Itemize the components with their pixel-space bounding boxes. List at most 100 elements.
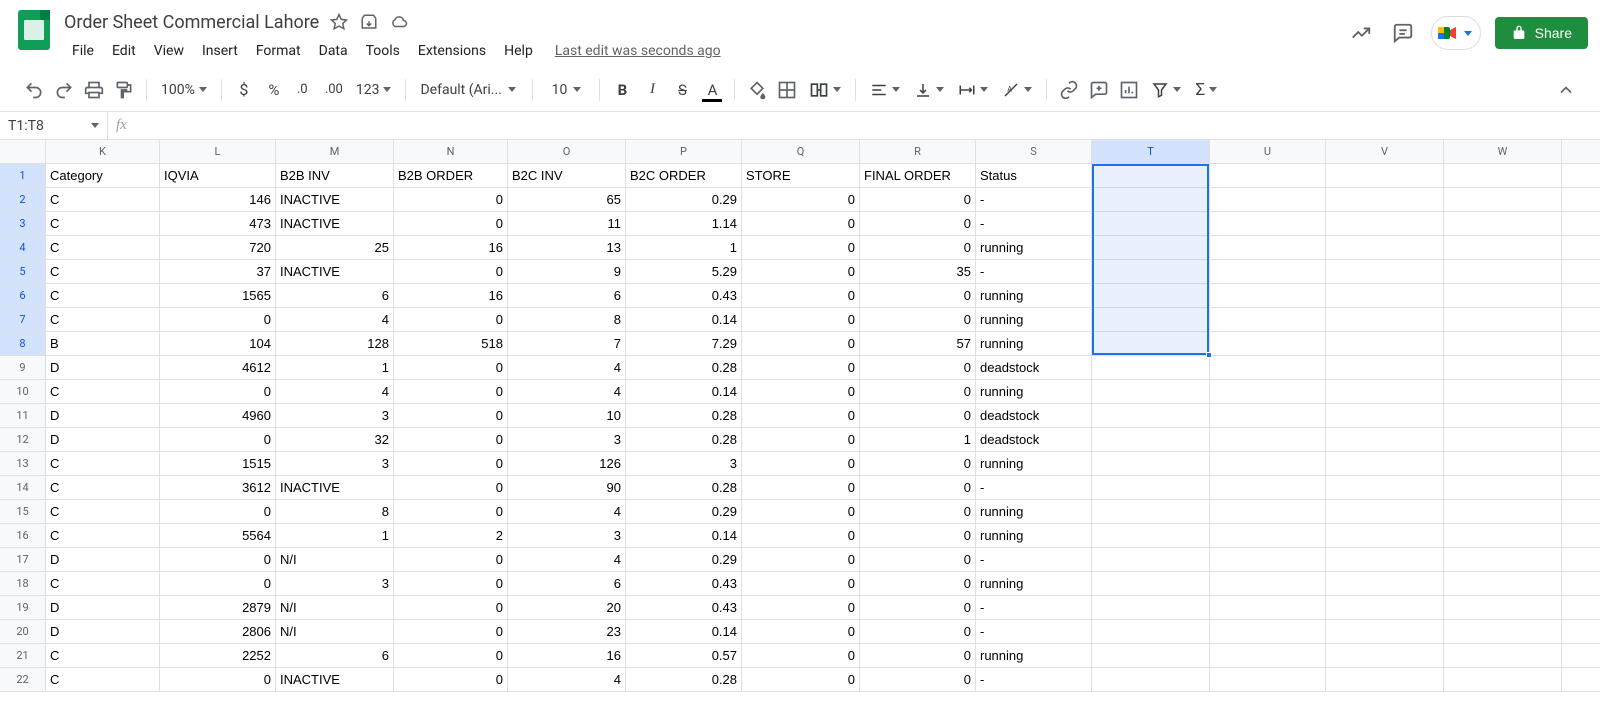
cell[interactable] [1092,380,1210,403]
cell[interactable]: 20 [508,596,626,619]
cell[interactable]: running [976,644,1092,667]
row-header[interactable]: 11 [0,404,46,427]
cell[interactable]: 0 [394,500,508,523]
menu-extensions[interactable]: Extensions [410,39,494,63]
cell[interactable]: 35 [860,260,976,283]
cell[interactable]: C [46,500,160,523]
cell[interactable]: INACTIVE [276,668,394,691]
cell[interactable]: 4 [508,548,626,571]
selection-handle[interactable] [1206,352,1212,358]
cell[interactable] [1210,164,1326,187]
cell[interactable] [1092,620,1210,643]
cell[interactable]: running [976,524,1092,547]
cell[interactable]: 1 [860,428,976,451]
chart-icon[interactable] [1115,76,1143,104]
cell[interactable] [1210,188,1326,211]
cell[interactable]: 4960 [160,404,276,427]
cell[interactable]: 0 [860,644,976,667]
cell[interactable]: 0 [860,476,976,499]
cell[interactable]: 0 [742,500,860,523]
menu-format[interactable]: Format [248,39,309,63]
cell[interactable]: deadstock [976,356,1092,379]
comment-icon[interactable] [1085,76,1113,104]
cell[interactable]: 0 [860,596,976,619]
cell[interactable]: 473 [160,212,276,235]
cell[interactable]: 1565 [160,284,276,307]
document-title[interactable]: Order Sheet Commercial Lahore [64,12,319,33]
cell[interactable]: 0 [394,380,508,403]
cell[interactable]: 0 [742,644,860,667]
cell[interactable]: 0 [160,572,276,595]
cell[interactable]: C [46,284,160,307]
cell[interactable]: B [46,332,160,355]
cell[interactable] [1092,452,1210,475]
cell[interactable]: 0 [860,284,976,307]
filter-select[interactable] [1145,81,1187,99]
cell[interactable]: 0 [860,452,976,475]
cell[interactable] [1210,356,1326,379]
cell[interactable]: 0 [860,668,976,691]
cell[interactable] [1326,644,1444,667]
cell[interactable]: running [976,332,1092,355]
cell[interactable]: 0 [860,356,976,379]
row-header[interactable]: 12 [0,428,46,451]
cell[interactable]: deadstock [976,428,1092,451]
cell[interactable]: 3 [276,572,394,595]
cell[interactable] [1444,620,1562,643]
row-header[interactable]: 3 [0,212,46,235]
cell[interactable]: 0.29 [626,500,742,523]
cell[interactable]: running [976,236,1092,259]
cell[interactable]: 1 [276,356,394,379]
cell[interactable]: 0 [742,524,860,547]
cell[interactable]: INACTIVE [276,188,394,211]
cell[interactable]: 2806 [160,620,276,643]
cell[interactable]: 0.29 [626,188,742,211]
cell[interactable]: 0 [860,308,976,331]
cell[interactable]: 0 [860,572,976,595]
cell[interactable] [1210,476,1326,499]
col-header-N[interactable]: N [394,140,508,163]
cell[interactable] [1444,596,1562,619]
cell[interactable]: - [976,548,1092,571]
decrease-decimal-icon[interactable]: .0 [290,76,318,104]
cell[interactable]: 0 [860,212,976,235]
strike-icon[interactable]: S [668,76,696,104]
cell[interactable]: - [976,260,1092,283]
cell[interactable] [1326,572,1444,595]
col-header-T[interactable]: T [1092,140,1210,163]
cell[interactable]: 0.14 [626,620,742,643]
meet-button[interactable] [1431,16,1481,50]
cell[interactable]: 0.43 [626,284,742,307]
cell[interactable]: - [976,476,1092,499]
cell[interactable]: - [976,668,1092,691]
cell[interactable]: 0 [394,308,508,331]
cell[interactable] [1326,404,1444,427]
row-header[interactable]: 19 [0,596,46,619]
cell[interactable] [1444,308,1562,331]
cell[interactable]: Category [46,164,160,187]
cell[interactable]: 10 [508,404,626,427]
cell[interactable]: C [46,308,160,331]
cell[interactable]: N/I [276,596,394,619]
cell[interactable] [1326,188,1444,211]
cell[interactable] [1444,356,1562,379]
col-header-S[interactable]: S [976,140,1092,163]
cell[interactable]: C [46,572,160,595]
cell[interactable] [1444,476,1562,499]
cell[interactable] [1092,668,1210,691]
cell[interactable]: 13 [508,236,626,259]
cell[interactable]: 3 [276,452,394,475]
cell[interactable]: 0 [860,404,976,427]
star-icon[interactable] [329,12,349,32]
cell[interactable]: INACTIVE [276,212,394,235]
fill-color-icon[interactable] [743,76,771,104]
cell[interactable]: 0 [742,572,860,595]
move-icon[interactable] [359,12,379,32]
cell[interactable]: N/I [276,620,394,643]
cell[interactable]: 6 [276,284,394,307]
row-header[interactable]: 21 [0,644,46,667]
cell[interactable]: 0 [394,212,508,235]
row-header[interactable]: 6 [0,284,46,307]
cell[interactable] [1326,500,1444,523]
cell[interactable] [1210,308,1326,331]
